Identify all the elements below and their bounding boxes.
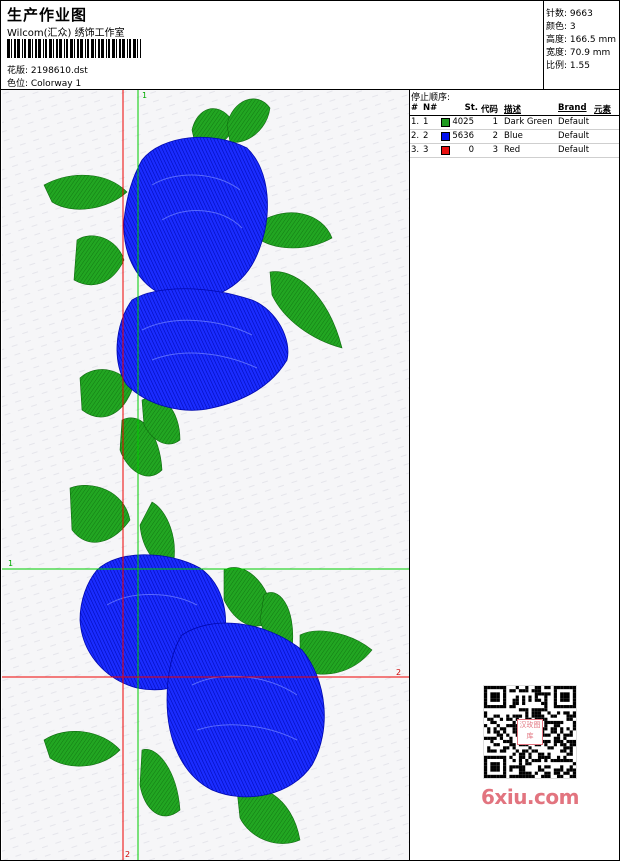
design-scale: 比例: 1.55 [546,61,590,71]
col-description: 描述 [504,105,522,115]
row-needle: 3 [423,145,429,155]
table-row[interactable]: 3. 3 0 3 Red Default [410,144,619,158]
page-title: 生产作业图 [7,6,88,24]
embroidery-design-preview: 1 1 2 2 [2,90,409,860]
stitch-count: 针数: 9663 [546,9,593,19]
row-num: 2. [411,131,420,141]
table-row[interactable]: 1. 1 4025 1 Dark Green Default [410,116,619,130]
row-code: 1 [492,117,498,127]
qr-center-logo: 汉玫图库 [517,719,543,745]
row-brand: Default [558,117,590,127]
row-code: 3 [492,145,498,155]
row-code: 2 [492,131,498,141]
row-description: Dark Green [504,117,553,127]
row-needle: 2 [423,131,429,141]
colorway-name: 色位: Colorway 1 [7,79,82,89]
thread-table: # N# St. 代码 描述 Brand 元素 1. 1 4025 1 Dark Gre… [410,102,619,158]
col-brand: Brand [558,103,587,113]
design-width: 宽度: 70.9 mm [546,48,611,58]
row-stitches: 4025 [452,117,474,127]
col-stitches: St. [464,103,478,113]
thread-color-swatch [441,146,450,155]
col-code: 代码 [480,105,498,115]
barcode-graphic [7,39,141,58]
col-num: # [411,103,419,113]
row-brand: Default [558,145,590,155]
row-description: Red [504,145,521,155]
col-element: 元素 [594,105,612,115]
thread-table-header: # N# St. 代码 描述 Brand 元素 [410,102,619,116]
row-num: 3. [411,145,420,155]
watermark: 汉玫图库 6xiu.com [471,681,589,811]
row-num: 1. [411,117,420,127]
row-stitches: 5636 [452,131,474,141]
worksheet-header: 生产作业图 Wilcom(汇众) 绣饰工作室 花版: 2198610.dst 色… [1,1,619,90]
thread-color-swatch [441,132,450,141]
design-height: 高度: 166.5 mm [546,35,617,45]
row-brand: Default [558,131,590,141]
watermark-text: 6xiu.com [481,785,579,809]
row-stitches: 0 [468,145,474,155]
col-needle: N# [423,103,438,113]
production-worksheet: 生产作业图 Wilcom(汇众) 绣饰工作室 花版: 2198610.dst 色… [0,0,620,861]
pattern-file-name: 花版: 2198610.dst [7,66,88,76]
green-horizontal-label: 1 [8,559,13,568]
thread-color-swatch [441,118,450,127]
design-stats-panel: 针数: 9663 颜色: 3 高度: 166.5 mm 宽度: 70.9 mm … [543,1,620,89]
table-row[interactable]: 2. 2 5636 2 Blue Default [410,130,619,144]
red-horizontal-label: 2 [396,668,401,677]
company-name: Wilcom(汇众) 绣饰工作室 [7,28,125,39]
design-preview-canvas[interactable]: 1 1 2 2 [2,90,410,860]
row-description: Blue [504,131,523,141]
red-vertical-label: 2 [125,850,130,859]
row-needle: 1 [423,117,429,127]
green-vertical-label: 1 [142,91,147,100]
color-count: 颜色: 3 [546,22,576,32]
thread-rows: 1. 1 4025 1 Dark Green Default 2. 2 5636 2 Blue Def… [410,116,619,158]
